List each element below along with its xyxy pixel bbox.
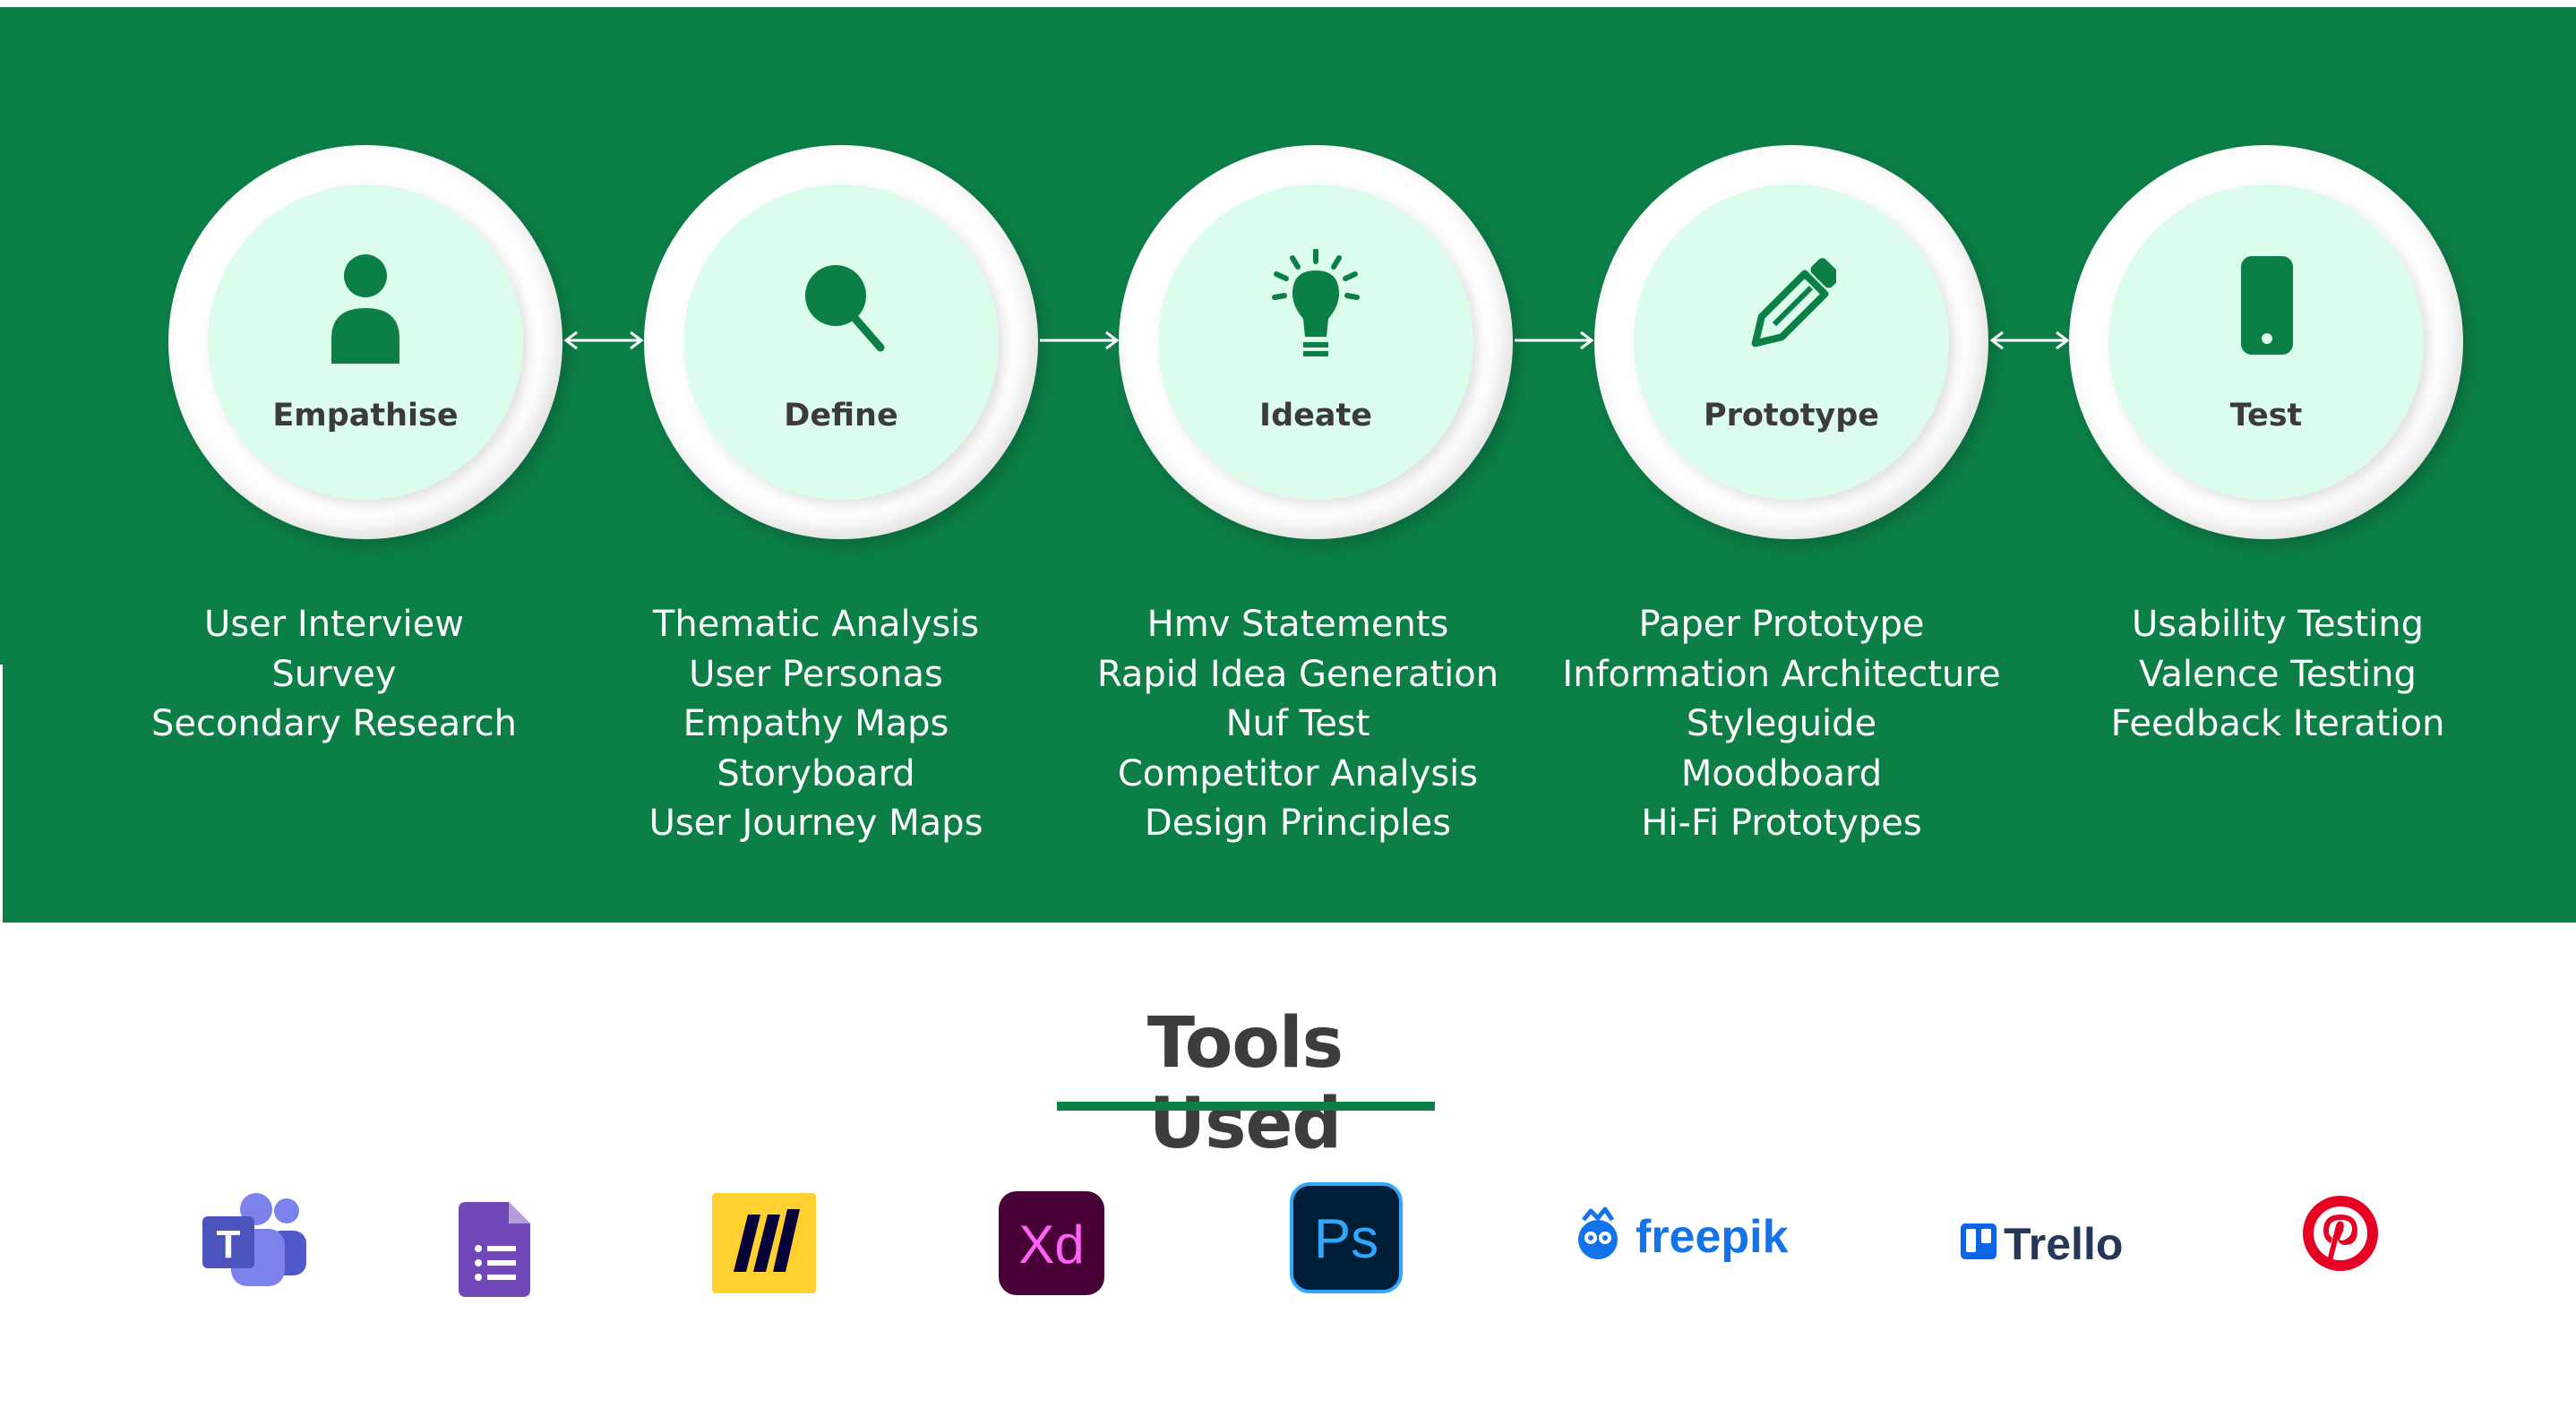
method-item: Nuf Test <box>1225 703 1370 744</box>
stage-prototype: Prototype <box>1594 145 1988 539</box>
method-item: Paper Prototype <box>1638 604 1925 645</box>
phone-icon <box>2221 249 2311 365</box>
connector-bidirectional <box>562 330 645 351</box>
connector-bidirectional <box>1988 330 2071 351</box>
method-item: User Journey Maps <box>648 803 983 844</box>
stage-label: Ideate <box>1259 398 1372 434</box>
stage-circle: Empathise <box>208 185 523 500</box>
stage-label: Test <box>2229 398 2303 434</box>
tools-title: Tools Used <box>1146 1003 1344 1164</box>
connector-forward <box>1513 330 1595 351</box>
teams-glyph: T <box>217 1223 241 1266</box>
connector-forward <box>1038 330 1121 351</box>
freepik-logo: freepik <box>1567 1200 1800 1272</box>
person-icon <box>321 249 410 365</box>
stage-label: Empathise <box>272 398 459 434</box>
method-item: Rapid Idea Generation <box>1096 653 1499 695</box>
adobe-photoshop-logo: Ps <box>1290 1182 1403 1293</box>
stage-circle: Ideate <box>1158 185 1473 500</box>
banner-edge <box>0 665 3 924</box>
method-item: Usability Testing <box>2131 604 2425 645</box>
xd-glyph: Xd <box>1018 1215 1084 1275</box>
stage-define: Define <box>644 145 1038 539</box>
tools-title-underline <box>1057 1102 1435 1111</box>
method-item: Design Principles <box>1144 803 1452 844</box>
method-item: Survey <box>271 653 397 695</box>
trello-wordmark: Trello <box>2004 1219 2123 1269</box>
methods-define: Thematic Analysis User Personas Empathy … <box>574 600 1058 849</box>
methods-empathise: User Interview Survey Secondary Research <box>92 600 576 750</box>
methods-test: Usability Testing Valence Testing Feedba… <box>2036 600 2520 750</box>
pinterest-logo <box>2302 1195 2379 1272</box>
stage-ideate: Ideate <box>1119 145 1513 539</box>
method-item: Thematic Analysis <box>652 604 980 645</box>
stage-label: Prototype <box>1703 398 1880 434</box>
stage-label: Define <box>784 398 898 434</box>
method-item: User Interview <box>204 604 464 645</box>
method-item: Information Architecture <box>1562 653 2001 695</box>
miro-logo <box>712 1193 816 1293</box>
method-item: Empathy Maps <box>683 703 949 744</box>
adobe-xd-logo: Xd <box>999 1191 1104 1295</box>
ps-glyph: Ps <box>1314 1208 1378 1270</box>
method-item: Moodboard <box>1680 752 1883 794</box>
method-item: Hi-Fi Prototypes <box>1641 803 1922 844</box>
pencil-icon <box>1747 249 1841 365</box>
microsoft-teams-logo: T <box>199 1191 308 1290</box>
methods-ideate: Hmv Statements Rapid Idea Generation Nuf… <box>1056 600 1540 849</box>
lightbulb-icon <box>1271 248 1361 365</box>
stage-circle: Define <box>683 185 999 500</box>
freepik-wordmark: freepik <box>1636 1211 1789 1263</box>
method-item: Hmv Statements <box>1146 604 1449 645</box>
method-item: Valence Testing <box>2139 653 2417 695</box>
trello-logo: Trello <box>1957 1213 2154 1270</box>
stage-empathise: Empathise <box>168 145 562 539</box>
method-item: Storyboard <box>717 752 915 794</box>
stage-circle: Prototype <box>1634 185 1949 500</box>
stage-circle: Test <box>2108 185 2424 500</box>
stage-test: Test <box>2069 145 2463 539</box>
method-item: Feedback Iteration <box>2110 703 2445 744</box>
google-forms-logo <box>459 1202 530 1297</box>
method-item: Competitor Analysis <box>1117 752 1479 794</box>
method-item: User Personas <box>689 653 943 695</box>
magnifier-icon <box>796 249 886 365</box>
method-item: Secondary Research <box>150 703 518 744</box>
methods-prototype: Paper Prototype Information Architecture… <box>1540 600 2023 849</box>
method-item: Styleguide <box>1686 703 1877 744</box>
